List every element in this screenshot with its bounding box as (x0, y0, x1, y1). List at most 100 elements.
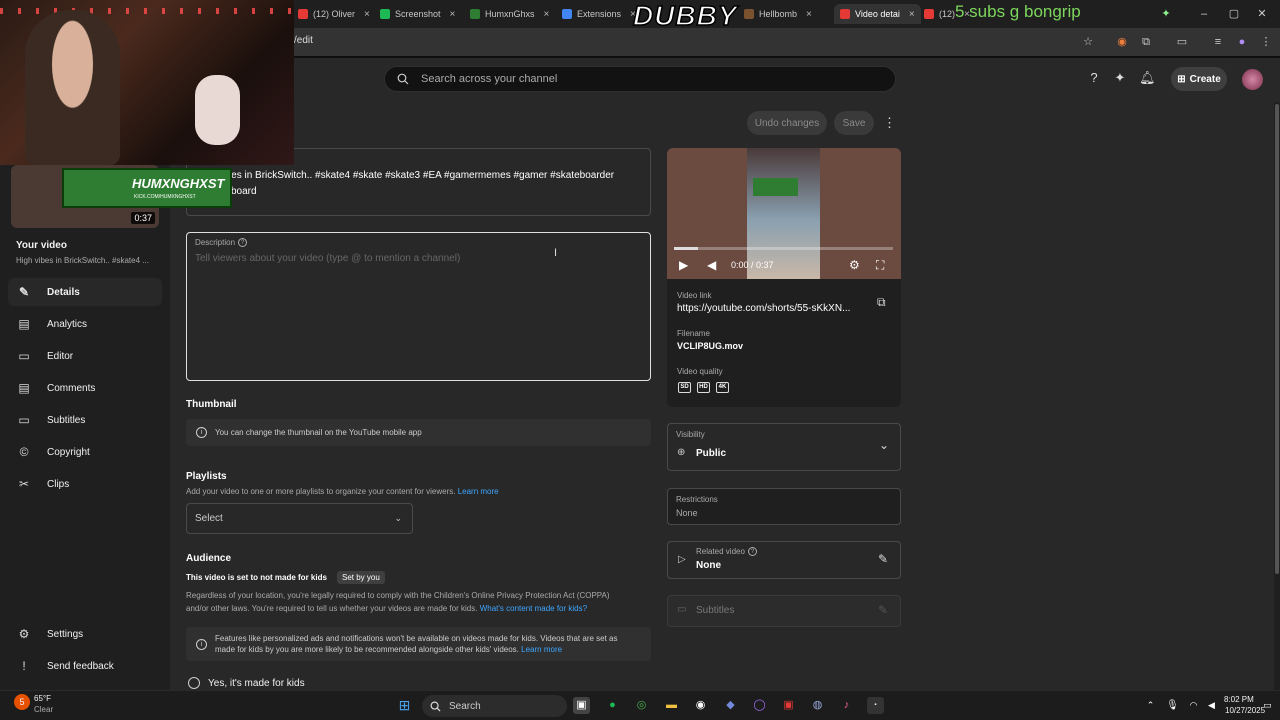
help-icon[interactable]: ? (238, 238, 248, 248)
steam-icon[interactable]: ◍ (809, 697, 826, 714)
browser-tab[interactable]: Screenshot × (380, 4, 455, 24)
kids-learn-more-link[interactable]: Learn more (521, 645, 562, 654)
video-link[interactable]: https://youtube.com/shorts/55-sKkXN... (677, 303, 850, 314)
url-text[interactable]: /edit (294, 35, 313, 46)
sidebar-item-copyright[interactable]: © Copyright (8, 438, 162, 466)
file-explorer-icon[interactable]: ▬ (663, 697, 680, 714)
media-controls-icon[interactable]: ≡ (1210, 34, 1226, 50)
video-progress-bar[interactable] (674, 247, 893, 250)
thumbnail-info: i You can change the thumbnail on the Yo… (186, 419, 651, 446)
whats-content-link[interactable]: What's content made for kids? (480, 604, 587, 613)
weather-temp[interactable]: 65°F (34, 694, 51, 703)
maximize-icon[interactable]: ▢ (1226, 6, 1242, 22)
restrictions-label: Restrictions (676, 495, 718, 504)
visibility-select[interactable]: Visibility ⊕ Public ⌄ (667, 423, 901, 471)
tab-label: (12) (939, 9, 956, 19)
tab-favicon-icon (298, 9, 308, 19)
playlists-select[interactable]: Select ⌄ (186, 503, 413, 534)
radio-button[interactable] (188, 677, 200, 689)
filename-label: Filename (677, 329, 710, 338)
description-label: Description? (195, 238, 248, 248)
undo-changes-button[interactable]: Undo changes (747, 111, 827, 135)
scrollbar[interactable] (1274, 102, 1280, 690)
more-options-icon[interactable]: ⋮ (883, 115, 896, 131)
thumbnail-info-text: You can change the thumbnail on the YouT… (215, 428, 422, 437)
tab-close-icon[interactable]: × (806, 9, 812, 20)
sidebar-item-editor[interactable]: ▭ Editor (8, 342, 162, 370)
play-icon[interactable]: ▶ (679, 258, 688, 272)
notifications-bell-icon[interactable]: 🔔︎ (1139, 70, 1156, 86)
clock-time[interactable]: 8:02 PM (1224, 695, 1254, 704)
thumbnail-heading: Thumbnail (186, 399, 237, 410)
tab-close-icon[interactable]: × (450, 9, 456, 20)
tab-close-icon[interactable]: × (544, 9, 550, 20)
sparkle-icon[interactable]: ✦ (1158, 6, 1174, 22)
subtitles-card[interactable]: ▭ Subtitles ✎ (667, 595, 901, 627)
fullscreen-icon[interactable]: ⛶ (876, 258, 884, 273)
browser-menu-icon[interactable]: ⋮ (1258, 34, 1274, 50)
cast-icon[interactable]: ▭ (1174, 34, 1190, 50)
speaker-icon[interactable]: ◀ (1203, 697, 1220, 714)
sidebar-item-comments[interactable]: ▤ Comments (8, 374, 162, 402)
stream-badge-overlay: HUMXNGHXST KICK.COM/HUMXNGHXST (62, 168, 232, 208)
edit-pencil-icon[interactable]: ✎ (878, 552, 888, 566)
related-video-card[interactable]: ▷ Related video? None ✎ (667, 541, 901, 579)
browser-tab[interactable]: Extensions × (562, 4, 636, 24)
tab-close-icon[interactable]: × (364, 9, 370, 20)
sidebar-item-feedback[interactable]: ! Send feedback (8, 652, 162, 680)
notification-icon[interactable]: ▭ (1259, 697, 1276, 714)
spotify-icon[interactable]: ● (604, 697, 621, 714)
profile-icon[interactable]: ● (1234, 34, 1250, 50)
tab-label: Hellbomb (759, 9, 798, 19)
tab-close-icon[interactable]: × (909, 9, 915, 20)
sidebar-item-settings[interactable]: ⚙ Settings (8, 620, 162, 648)
sidebar-item-analytics[interactable]: ▤ Analytics (8, 310, 162, 338)
video-preview[interactable]: ▶ ◀︎ 0:00 / 0:37 ⚙ ⛶ (667, 148, 901, 279)
close-window-icon[interactable]: ✕ (1254, 6, 1270, 22)
chevron-up-icon[interactable]: ⌃ (1142, 697, 1159, 714)
bookmark-star-icon[interactable]: ☆ (1080, 34, 1096, 50)
task-view-icon[interactable]: ▣ (573, 697, 590, 714)
select-label: Select (195, 513, 223, 524)
extensions-puzzle-icon[interactable]: ⧉ (1138, 34, 1154, 50)
minimize-icon[interactable]: – (1196, 6, 1212, 22)
volume-icon[interactable]: ◀︎ (707, 258, 716, 272)
learn-more-link[interactable]: Learn more (458, 487, 499, 496)
help-icon[interactable]: ? (747, 547, 757, 557)
obs-icon[interactable]: ◉ (692, 697, 709, 714)
sidebar-item-clips[interactable]: ✂ Clips (8, 470, 162, 498)
browser-tab[interactable]: Video detai × (834, 4, 921, 24)
sparkle-icon[interactable]: ✦ (1112, 70, 1128, 86)
browser-tab[interactable]: HumxnGhxs × (470, 4, 549, 24)
app-red-icon[interactable]: ▣ (780, 697, 797, 714)
browser-tab[interactable]: Hellbomb × (744, 4, 812, 24)
weather-condition: Clear (34, 705, 54, 714)
save-button[interactable]: Save (834, 111, 874, 135)
edit-pencil-icon: ✎ (878, 603, 889, 617)
set-by-you-badge: Set by you (337, 571, 385, 584)
settings-gear-icon[interactable]: ⚙ (849, 258, 860, 272)
sidebar-item-details[interactable]: ✎ Details (8, 278, 162, 306)
microphone-icon[interactable]: 🎙︎ (1164, 697, 1181, 714)
extension-icon[interactable]: ◉ (1114, 34, 1130, 50)
copyright-icon: © (19, 445, 29, 459)
sidebar-item-label: Send feedback (47, 660, 114, 672)
discord-icon[interactable]: ◆ (722, 697, 739, 714)
avatar[interactable] (1242, 69, 1263, 90)
wifi-icon[interactable]: ◠ (1185, 697, 1202, 714)
app-dark-icon[interactable]: ▪ (867, 697, 884, 714)
sidebar-item-subtitles[interactable]: ▭ Subtitles (8, 406, 162, 434)
title-value[interactable]: High vibes in BrickSwitch.. #skate4 #ska… (195, 168, 640, 200)
windows-start-icon[interactable]: ⊞ (396, 697, 413, 714)
create-button[interactable]: ⊞ Create (1171, 67, 1227, 91)
help-icon[interactable]: ? (1086, 70, 1102, 86)
chrome-icon[interactable]: ◎ (633, 697, 650, 714)
browser-tab[interactable]: (12) Oliver × (298, 4, 370, 24)
radio-made-for-kids[interactable]: Yes, it's made for kids (188, 677, 305, 689)
music-icon[interactable]: ♪ (838, 697, 855, 714)
create-plus-icon: ⊞ (1177, 73, 1186, 85)
channel-search-input[interactable]: Search across your channel (384, 66, 896, 92)
copy-icon[interactable]: ⧉ (877, 295, 886, 310)
app-icon[interactable]: ◯ (751, 697, 768, 714)
taskbar-search[interactable]: Search (422, 695, 567, 717)
